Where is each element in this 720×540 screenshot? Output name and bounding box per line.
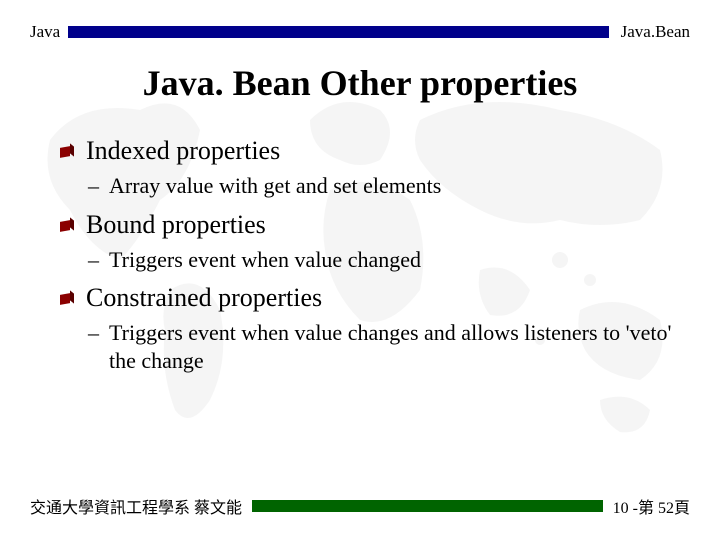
sub-text: Triggers event when value changes and al…	[109, 319, 680, 374]
bullet-text: Constrained properties	[86, 283, 322, 313]
header-bar: Java Java.Bean	[30, 22, 690, 42]
bullet-icon	[60, 221, 72, 233]
content-area: Indexed properties – Array value with ge…	[60, 130, 680, 384]
bullet-text: Indexed properties	[86, 136, 280, 166]
header-right-label: Java.Bean	[621, 22, 690, 42]
bullet-item: Bound properties	[60, 210, 680, 240]
footer-right-label: 10 -第 52頁	[613, 494, 690, 518]
slide-title: Java. Bean Other properties	[0, 62, 720, 104]
footer-divider	[252, 500, 603, 512]
sub-item: – Triggers event when value changes and …	[88, 319, 680, 374]
footer-bar: 交通大學資訊工程學系 蔡文能 10 -第 52頁	[30, 494, 690, 518]
footer-left-label: 交通大學資訊工程學系 蔡文能	[30, 494, 252, 518]
bullet-item: Constrained properties	[60, 283, 680, 313]
dash-icon: –	[88, 173, 99, 199]
bullet-icon	[60, 294, 72, 306]
sub-item: – Array value with get and set elements	[88, 172, 680, 200]
bullet-text: Bound properties	[86, 210, 266, 240]
bullet-item: Indexed properties	[60, 136, 680, 166]
sub-text: Triggers event when value changed	[109, 246, 421, 274]
dash-icon: –	[88, 247, 99, 273]
bullet-icon	[60, 147, 72, 159]
sub-text: Array value with get and set elements	[109, 172, 441, 200]
header-left-label: Java	[30, 22, 68, 42]
dash-icon: –	[88, 320, 99, 346]
sub-item: – Triggers event when value changed	[88, 246, 680, 274]
header-divider	[68, 26, 608, 38]
